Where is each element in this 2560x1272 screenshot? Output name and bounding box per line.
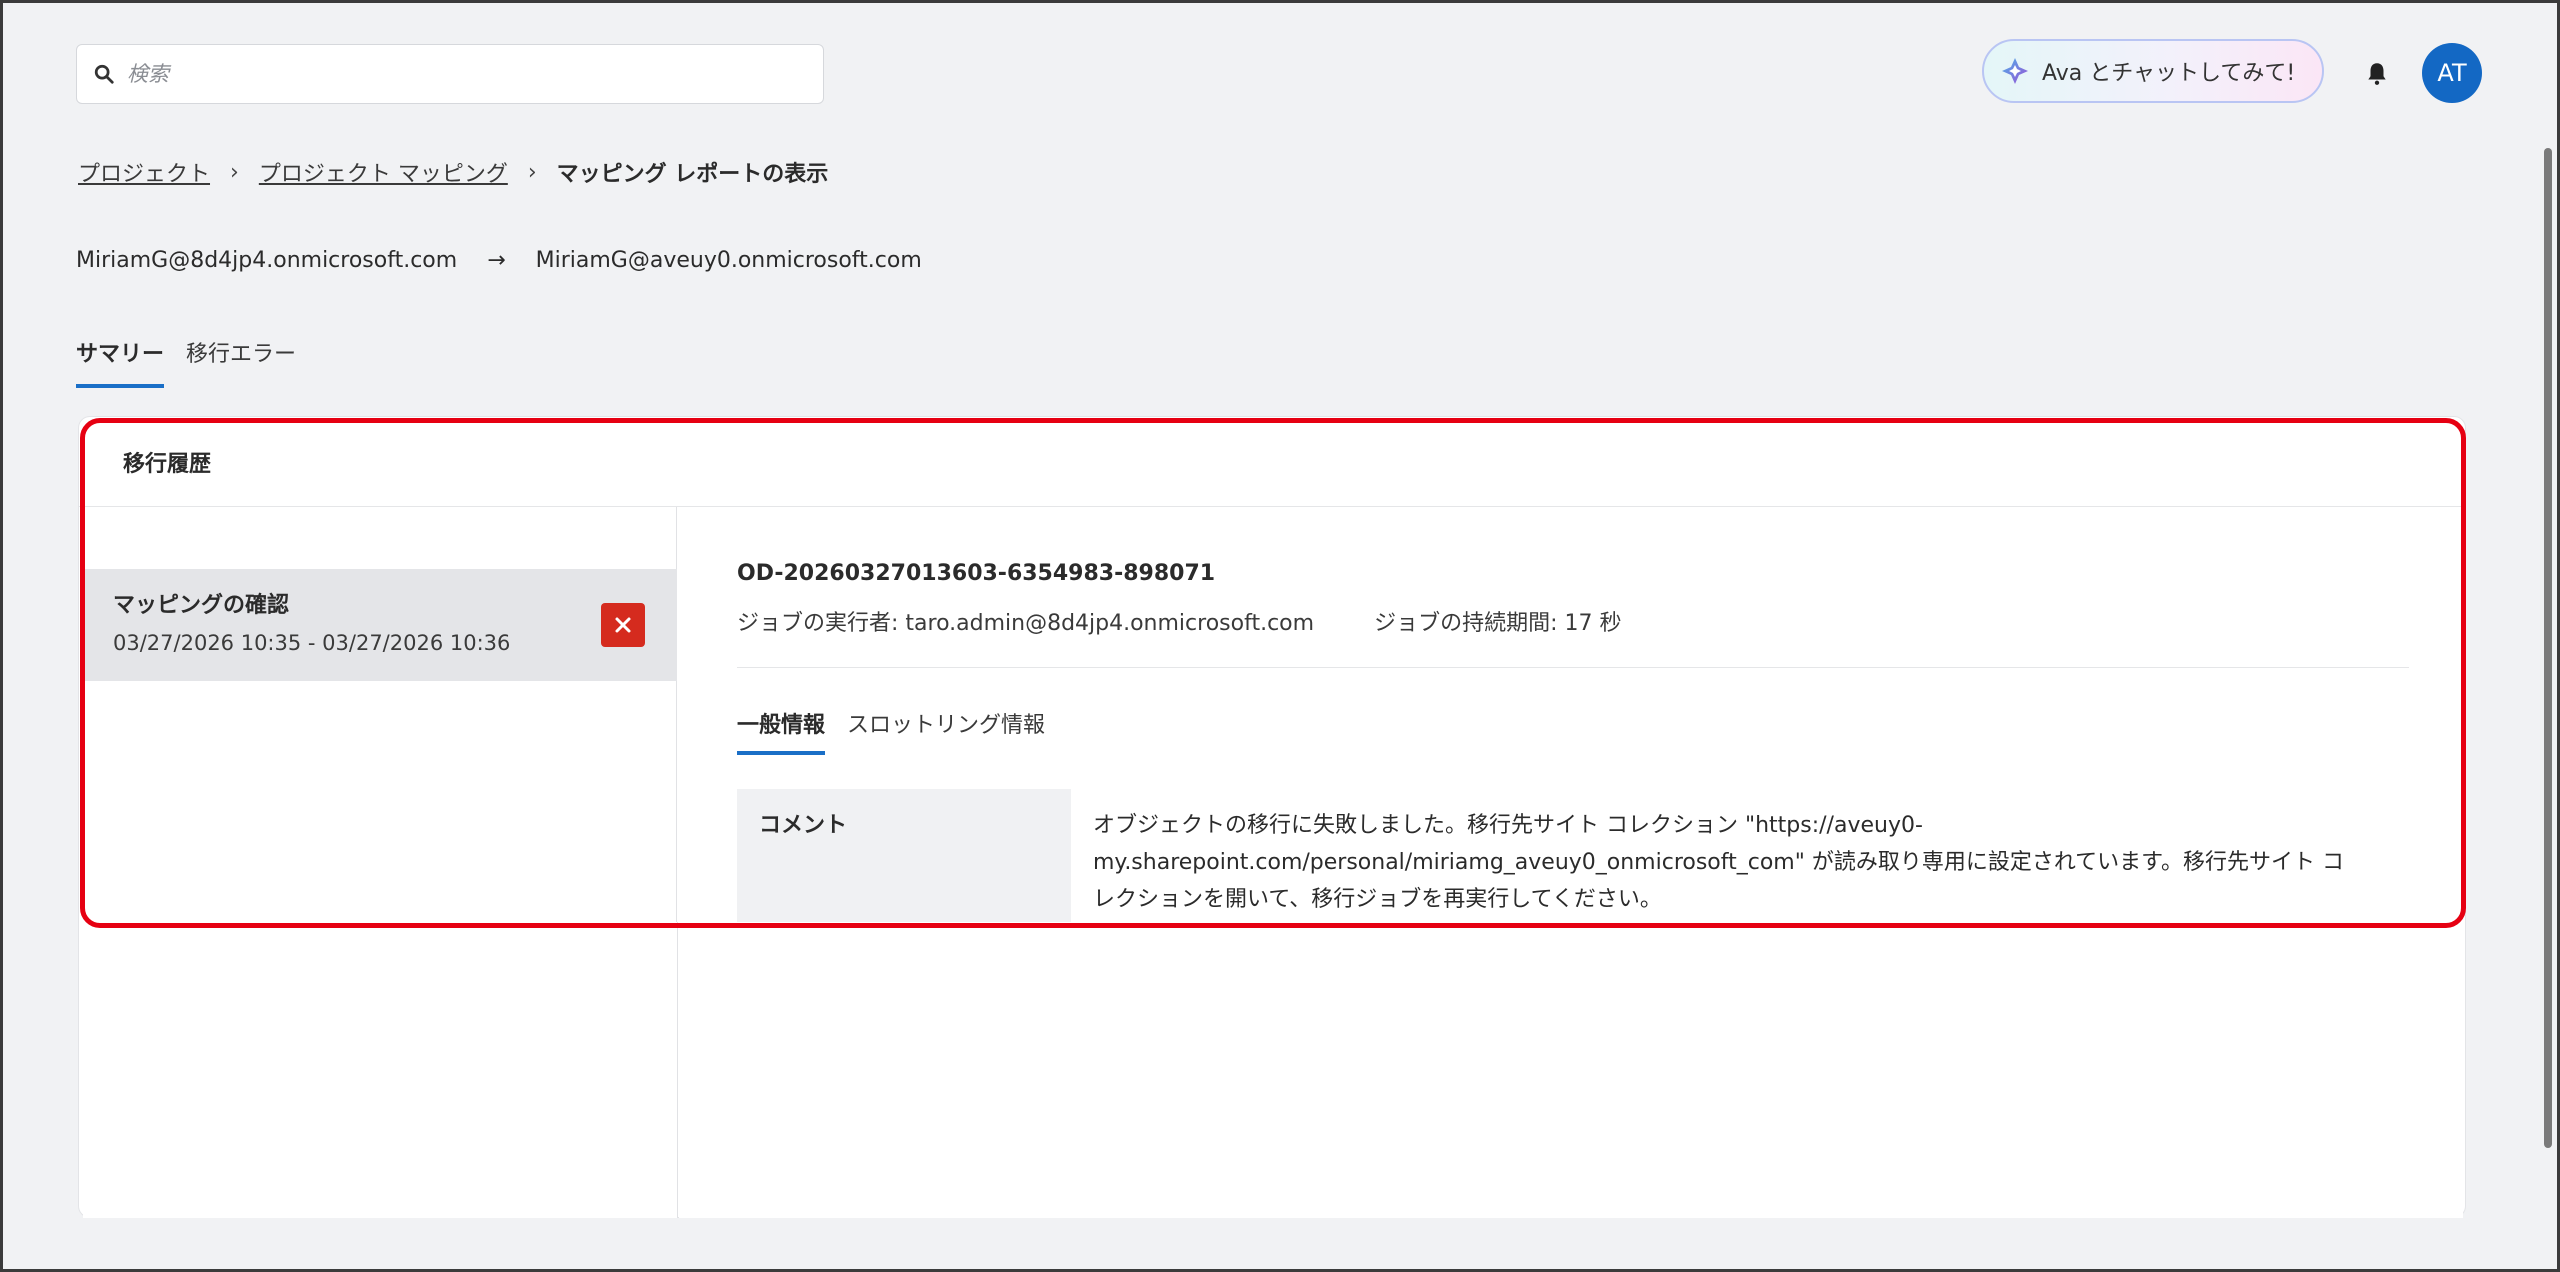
- mapping-title: MiriamG@8d4jp4.onmicrosoft.com → MiriamG…: [76, 248, 922, 273]
- history-item-date: 03/27/2026 10:35 - 03/27/2026 10:36: [113, 631, 511, 655]
- ava-chat-label: Ava とチャットしてみて!: [2042, 61, 2296, 86]
- history-item-title: マッピングの確認: [113, 593, 290, 618]
- tab-summary[interactable]: サマリー: [76, 336, 165, 388]
- close-icon: [615, 617, 631, 633]
- divider: [737, 667, 2409, 668]
- avatar[interactable]: AT: [2422, 43, 2482, 103]
- chevron-right-icon: ›: [527, 159, 537, 185]
- detail-tabs: 一般情報 スロットリング情報: [737, 707, 1067, 755]
- tab-general-info[interactable]: 一般情報: [737, 707, 826, 755]
- search-input[interactable]: [127, 62, 777, 86]
- search-icon: [94, 64, 114, 84]
- scrollbar[interactable]: [2544, 148, 2552, 1148]
- tab-migration-errors[interactable]: 移行エラー: [186, 336, 296, 388]
- tab-throttling-info[interactable]: スロットリング情報: [847, 707, 1045, 755]
- job-id: OD-20260327013603-6354983-898071: [737, 561, 1216, 586]
- breadcrumb-projects[interactable]: プロジェクト: [78, 156, 210, 188]
- info-table: コメント オブジェクトの移行に失敗しました。移行先サイト コレクション "htt…: [737, 789, 2409, 936]
- job-meta: ジョブの実行者: taro.admin@8d4jp4.onmicrosoft.c…: [737, 605, 1621, 637]
- arrow-right-icon: →: [487, 248, 506, 273]
- comment-value: オブジェクトの移行に失敗しました。移行先サイト コレクション "https://…: [1093, 813, 2344, 912]
- avatar-initials: AT: [2437, 59, 2467, 87]
- ava-sparkle-icon: [2002, 58, 2028, 84]
- breadcrumb-current: マッピング レポートの表示: [556, 162, 829, 187]
- mapping-source: MiriamG@8d4jp4.onmicrosoft.com: [76, 248, 458, 273]
- comment-label: コメント: [737, 789, 1071, 936]
- history-item[interactable]: マッピングの確認 03/27/2026 10:35 - 03/27/2026 1…: [81, 569, 677, 681]
- card-title: 移行履歴: [79, 417, 2465, 507]
- job-duration: ジョブの持続期間: 17 秒: [1374, 611, 1622, 636]
- breadcrumb: プロジェクト › プロジェクト マッピング › マッピング レポートの表示: [78, 156, 828, 188]
- search-box[interactable]: [76, 44, 824, 104]
- lower-card-area: [83, 922, 2463, 1218]
- chevron-right-icon: ›: [230, 159, 239, 185]
- mapping-destination: MiriamG@aveuy0.onmicrosoft.com: [535, 248, 922, 273]
- main-tabs: サマリー 移行エラー: [76, 336, 318, 388]
- failed-status-icon: [601, 603, 645, 647]
- ava-chat-button[interactable]: Ava とチャットしてみて!: [1982, 39, 2324, 103]
- bell-icon[interactable]: [2364, 60, 2390, 86]
- job-runner: ジョブの実行者: taro.admin@8d4jp4.onmicrosoft.c…: [737, 611, 1315, 636]
- breadcrumb-project-mapping[interactable]: プロジェクト マッピング: [259, 156, 508, 188]
